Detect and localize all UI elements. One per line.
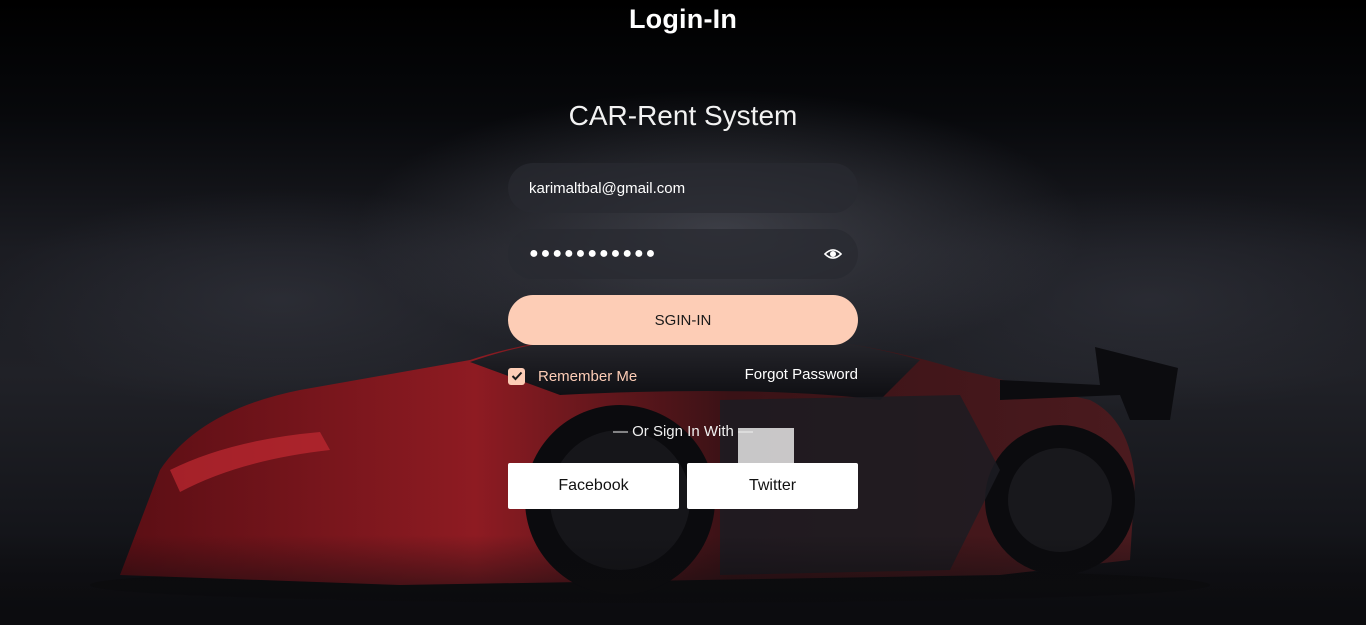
eye-icon[interactable]	[823, 246, 843, 262]
floor-shadow	[0, 535, 1366, 625]
remember-label: Remember Me	[538, 367, 638, 385]
email-value: karimaltbal@gmail.com	[529, 179, 686, 197]
brand-name: CAR-Rent System	[568, 100, 798, 131]
forgot-password-link[interactable]: Forgot Password	[745, 366, 858, 383]
facebook-button[interactable]: Facebook	[508, 463, 679, 509]
signin-button[interactable]: SGIN-IN	[508, 295, 858, 345]
page-title: Login-In	[628, 4, 738, 34]
remember-me[interactable]: Remember Me	[508, 366, 637, 386]
social-divider: — Or Sign In With —	[612, 423, 754, 440]
check-icon	[511, 371, 522, 381]
twitter-button[interactable]: Twitter	[687, 463, 858, 509]
password-value: ●●●●●●●●●●●	[529, 245, 658, 262]
password-field[interactable]: ●●●●●●●●●●●	[508, 229, 858, 279]
remember-checkbox[interactable]	[508, 367, 525, 385]
email-field[interactable]: karimaltbal@gmail.com	[508, 163, 858, 213]
